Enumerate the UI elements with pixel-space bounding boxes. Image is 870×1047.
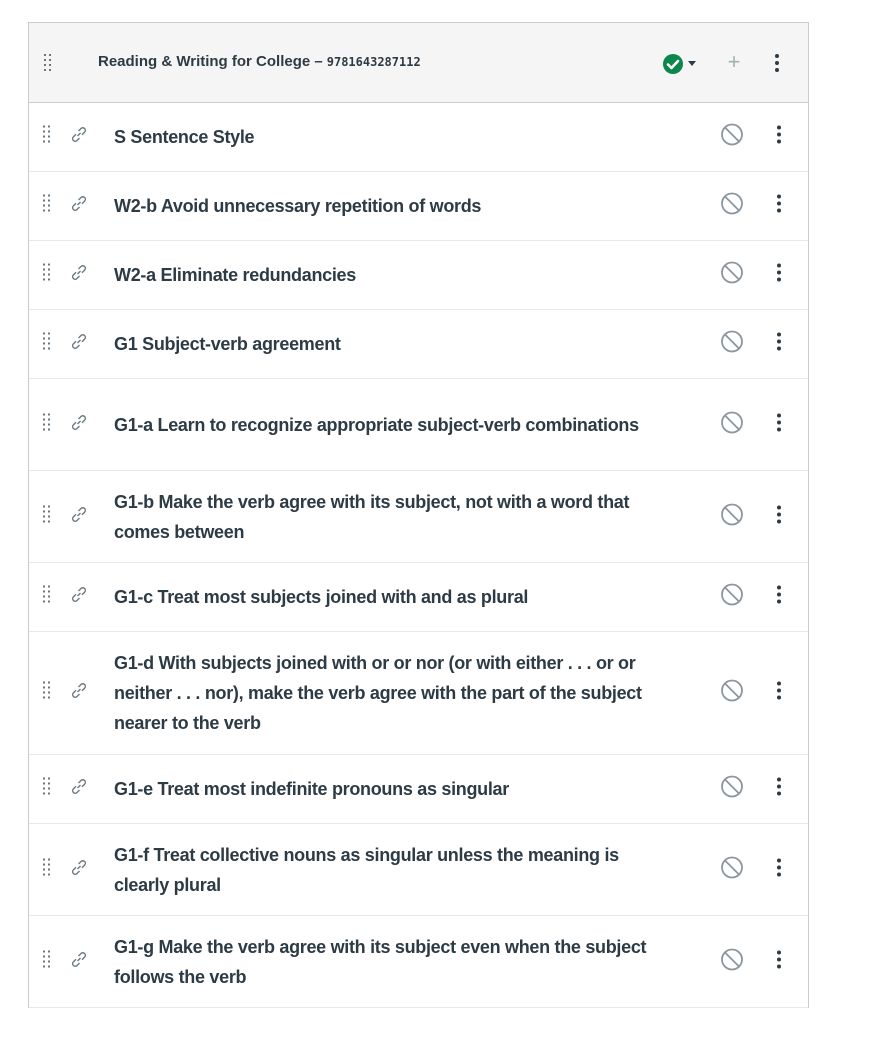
module-item-title[interactable]: G1-c Treat most subjects joined with and…	[114, 582, 674, 612]
drag-handle-icon[interactable]	[40, 949, 54, 974]
kebab-menu-icon[interactable]	[775, 412, 783, 437]
module-item-row: G1-c Treat most subjects joined with and…	[29, 563, 808, 632]
module-item-row: W2-b Avoid unnecessary repetition of wor…	[29, 172, 808, 241]
unpublished-icon[interactable]	[719, 678, 745, 709]
kebab-menu-icon[interactable]	[775, 332, 783, 357]
module-item-row: S Sentence Style	[29, 103, 808, 172]
module-item-row: W2-a Eliminate redundancies	[29, 241, 808, 310]
unpublished-icon[interactable]	[719, 582, 745, 613]
module-item-row: G1-f Treat collective nouns as singular …	[29, 824, 808, 916]
unpublished-icon[interactable]	[719, 774, 745, 805]
module-item-row: G1-g Make the verb agree with its subjec…	[29, 916, 808, 1008]
module-isbn: 9781643287112	[326, 55, 421, 69]
module-title-text: Reading & Writing for College –	[98, 53, 323, 70]
link-icon	[69, 585, 89, 610]
drag-handle-icon[interactable]	[40, 263, 54, 288]
module-item-title[interactable]: G1-g Make the verb agree with its subjec…	[114, 932, 674, 992]
link-icon	[69, 263, 89, 288]
drag-handle-icon[interactable]	[40, 412, 54, 437]
drag-handle-icon[interactable]	[40, 332, 54, 357]
module-item-title[interactable]: W2-a Eliminate redundancies	[114, 260, 674, 290]
kebab-menu-icon	[775, 54, 779, 72]
unpublished-icon[interactable]	[719, 854, 745, 885]
module-item-title[interactable]: W2-b Avoid unnecessary repetition of wor…	[114, 191, 674, 221]
publish-status-button[interactable]	[662, 53, 702, 75]
module-item-row: G1-d With subjects joined with or or nor…	[29, 632, 808, 755]
module-item-title[interactable]: G1 Subject-verb agreement	[114, 329, 674, 359]
drag-handle-icon[interactable]	[40, 194, 54, 219]
kebab-menu-icon[interactable]	[775, 263, 783, 288]
kebab-menu-icon[interactable]	[775, 585, 783, 610]
plus-icon: +	[727, 49, 741, 74]
module-item-row: G1-e Treat most indefinite pronouns as s…	[29, 755, 808, 824]
module-item-title[interactable]: S Sentence Style	[114, 122, 674, 152]
drag-handle-icon[interactable]	[40, 857, 54, 882]
kebab-menu-icon[interactable]	[775, 949, 783, 974]
link-icon	[69, 125, 89, 150]
caret-down-icon	[688, 61, 696, 66]
link-icon	[69, 777, 89, 802]
module-item-row: G1-a Learn to recognize appropriate subj…	[29, 379, 808, 471]
kebab-menu-icon[interactable]	[775, 857, 783, 882]
module-header: Reading & Writing for College –978164328…	[29, 23, 808, 103]
link-icon	[69, 194, 89, 219]
unpublished-icon[interactable]	[719, 409, 745, 440]
link-icon	[69, 681, 89, 706]
module-title[interactable]: Reading & Writing for College –978164328…	[98, 53, 421, 70]
link-icon	[69, 332, 89, 357]
module-menu-button[interactable]	[773, 53, 781, 78]
drag-handle-icon[interactable]	[40, 585, 54, 610]
drag-handle-icon[interactable]	[40, 777, 54, 802]
module-item-title[interactable]: G1-d With subjects joined with or or nor…	[114, 648, 674, 738]
link-icon	[69, 857, 89, 882]
module-item-row: G1 Subject-verb agreement	[29, 310, 808, 379]
module-item-title[interactable]: G1-a Learn to recognize appropriate subj…	[114, 410, 674, 440]
module-item-title[interactable]: G1-b Make the verb agree with its subjec…	[114, 487, 674, 547]
link-icon	[69, 949, 89, 974]
kebab-menu-icon[interactable]	[775, 777, 783, 802]
kebab-menu-icon[interactable]	[775, 125, 783, 150]
unpublished-icon[interactable]	[719, 191, 745, 222]
module-item-row: G1-b Make the verb agree with its subjec…	[29, 471, 808, 563]
module-items-list: S Sentence Style W2-b Avoid unnecessary r…	[29, 103, 808, 1008]
drag-handle-icon[interactable]	[40, 681, 54, 706]
link-icon	[69, 412, 89, 437]
module-item-title[interactable]: G1-e Treat most indefinite pronouns as s…	[114, 774, 674, 804]
add-item-button[interactable]: +	[723, 50, 745, 76]
unpublished-icon[interactable]	[719, 122, 745, 153]
module-item-title[interactable]: G1-f Treat collective nouns as singular …	[114, 840, 674, 900]
drag-handle-icon[interactable]	[40, 504, 54, 529]
link-icon	[69, 504, 89, 529]
published-check-icon	[663, 54, 683, 74]
module-container: Reading & Writing for College –978164328…	[28, 22, 809, 1008]
kebab-menu-icon[interactable]	[775, 504, 783, 529]
unpublished-icon[interactable]	[719, 329, 745, 360]
unpublished-icon[interactable]	[719, 260, 745, 291]
kebab-menu-icon[interactable]	[775, 194, 783, 219]
unpublished-icon[interactable]	[719, 501, 745, 532]
drag-handle-icon[interactable]	[40, 125, 54, 150]
drag-handle-icon[interactable]	[41, 53, 55, 78]
kebab-menu-icon[interactable]	[775, 681, 783, 706]
unpublished-icon[interactable]	[719, 946, 745, 977]
